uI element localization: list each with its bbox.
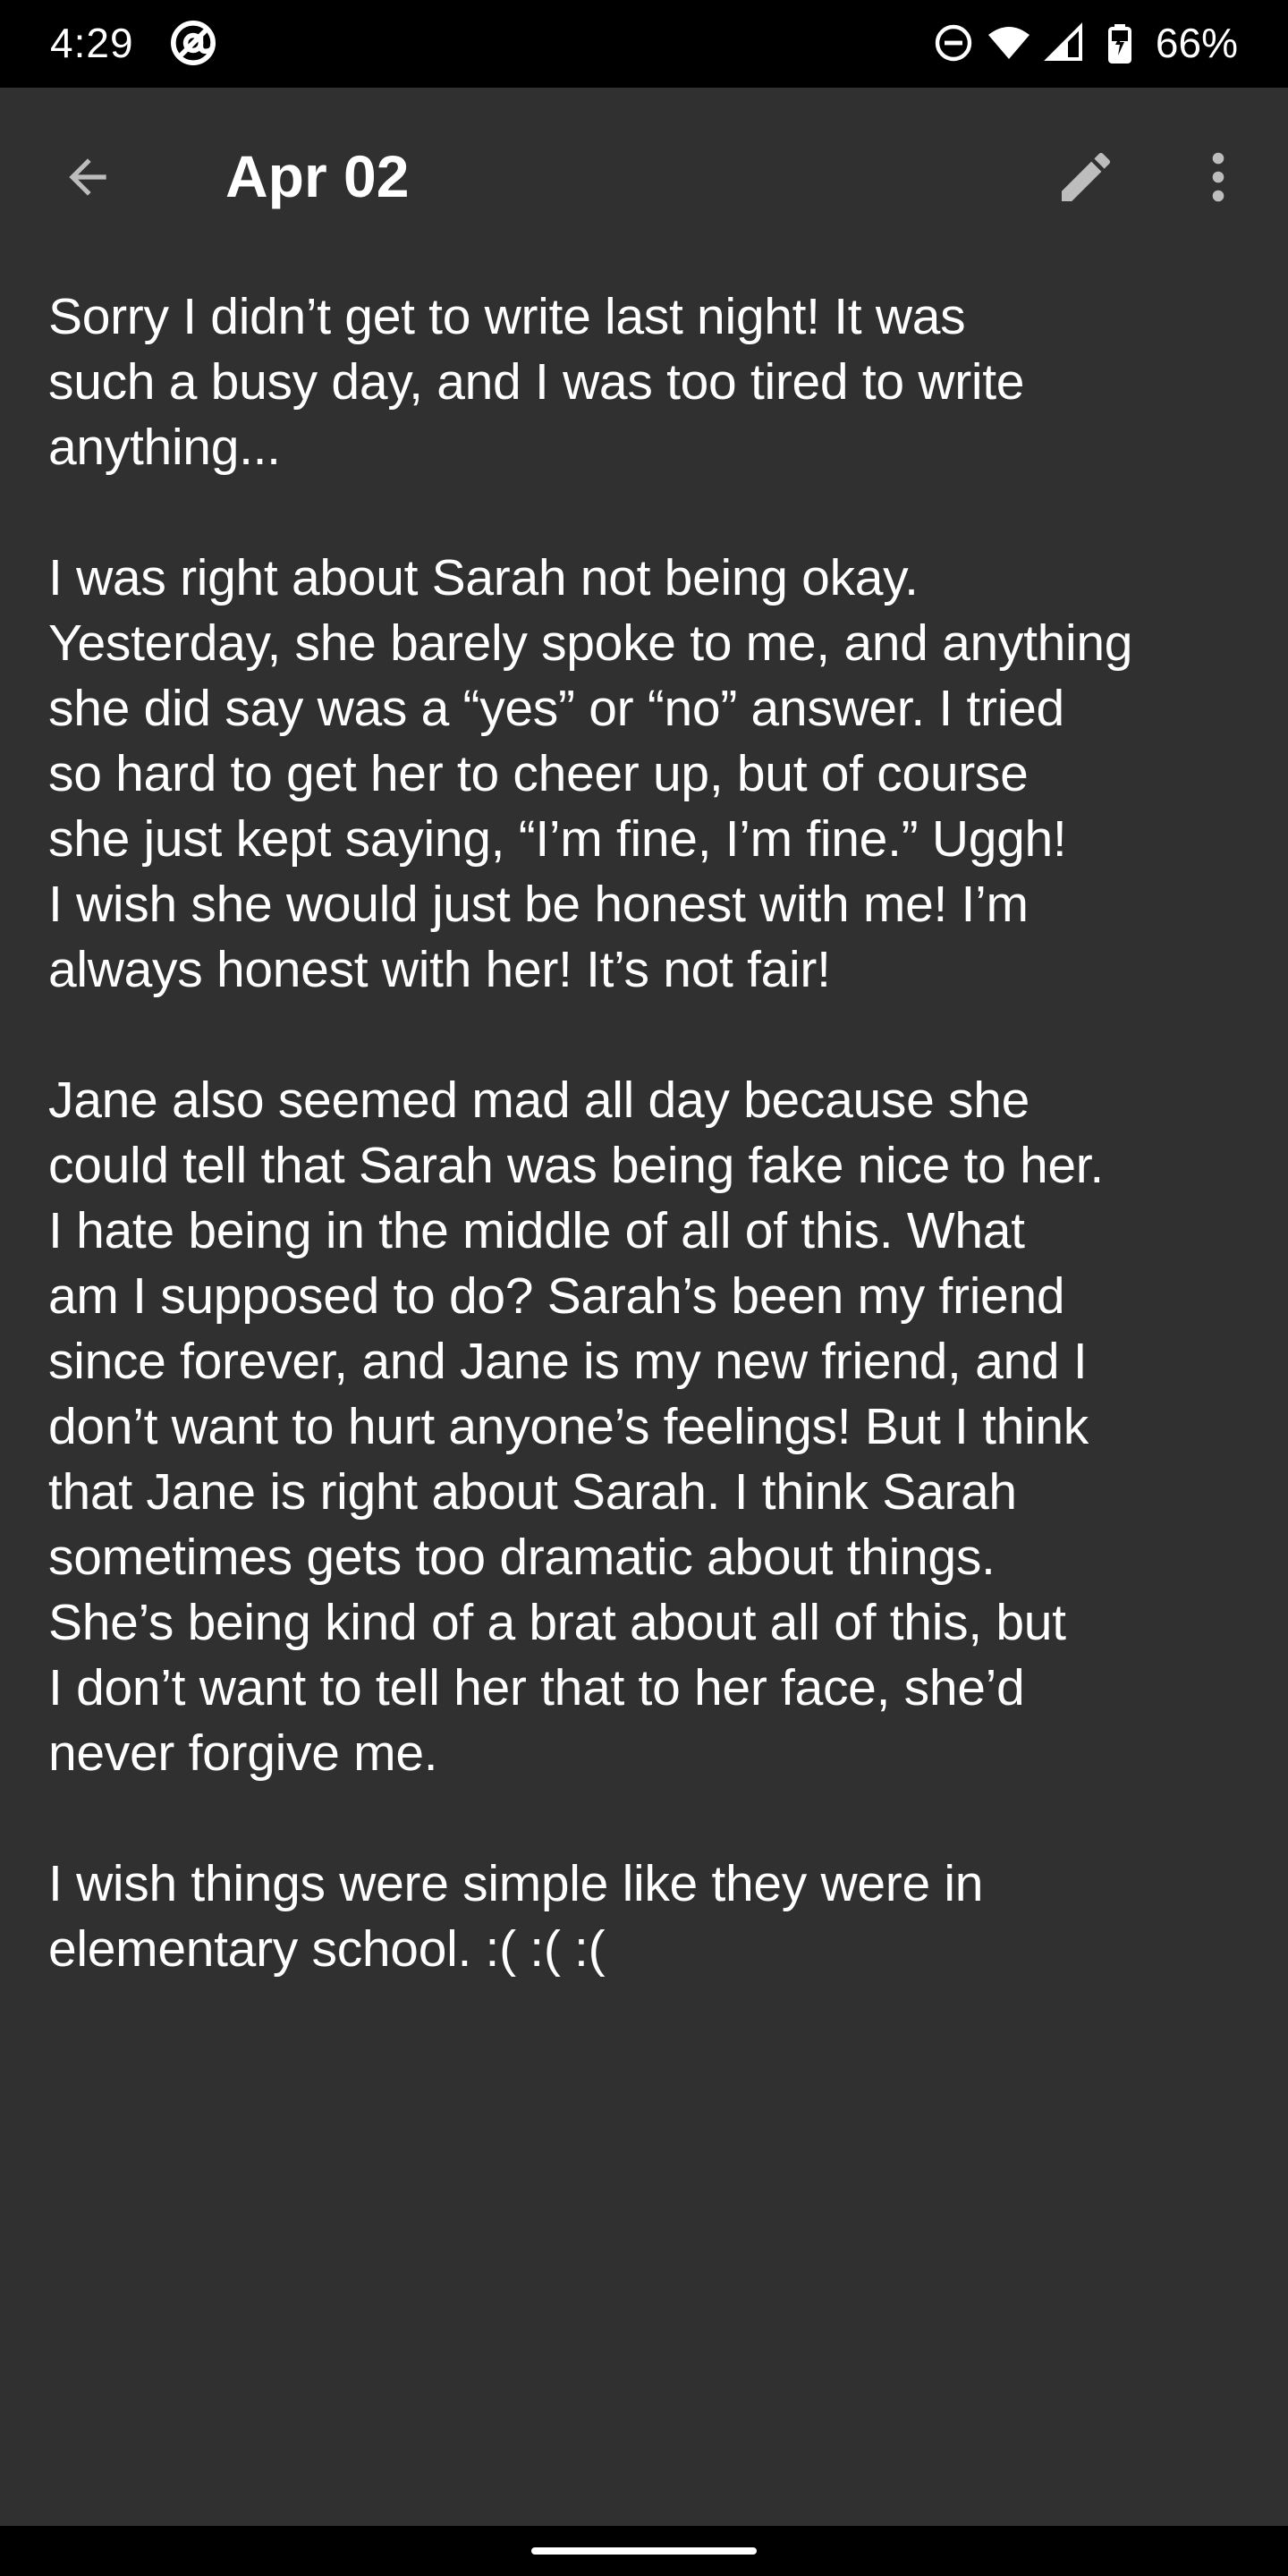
entry-paragraph: I wish things were simple like they were… — [48, 1855, 984, 1978]
status-time: 4:29 — [50, 20, 134, 66]
status-icons: 66% — [932, 16, 1238, 70]
entry-paragraph: I was right about Sarah not being okay. … — [48, 549, 1133, 998]
entry-body: Sorry I didn’t get to write last night! … — [48, 284, 1265, 2047]
cell-signal-icon — [1044, 22, 1082, 61]
more-options-button[interactable] — [1175, 134, 1261, 220]
at-sign-icon — [171, 21, 216, 65]
edit-button[interactable] — [1043, 134, 1129, 220]
battery-charging-icon — [1107, 24, 1131, 64]
entry-paragraph: Sorry I didn’t get to write last night! … — [48, 288, 1025, 476]
arrow-back-icon — [69, 158, 106, 196]
battery-percent: 66% — [1155, 20, 1238, 66]
navigation-bar — [0, 2526, 1288, 2576]
more-vert-icon — [1212, 152, 1224, 202]
entry-paragraph: Jane also seemed mad all day because she… — [48, 1072, 1104, 1782]
back-button[interactable] — [45, 134, 131, 220]
wifi-icon — [987, 27, 1030, 59]
pencil-icon — [1062, 152, 1111, 201]
do-not-disturb-icon — [935, 24, 972, 62]
app-bar: Apr 02 — [0, 88, 1288, 267]
page-title: Apr 02 — [225, 143, 410, 209]
home-gesture-handle[interactable] — [531, 2547, 757, 2555]
diary-entry-screen: 4:29 66% Apr 02 Sorry I didn’t get to wr… — [0, 0, 1288, 2576]
status-bar: 4:29 66% — [0, 0, 1288, 88]
